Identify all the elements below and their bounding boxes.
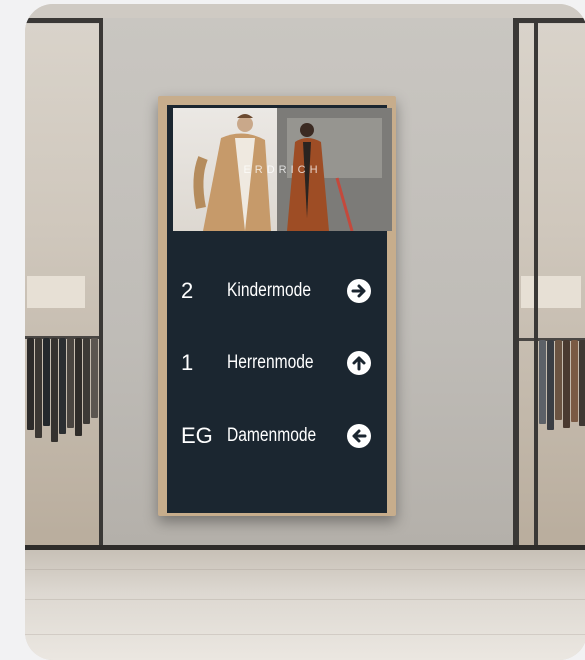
- directory-row-herrenmode: 1 Herrenmode: [181, 348, 391, 378]
- directory-row-kindermode: 2 Kindermode: [181, 276, 391, 306]
- left-store-window: [25, 24, 101, 546]
- department-label: Damenmode: [227, 425, 317, 446]
- display-shelf: [27, 276, 85, 308]
- right-store-window: [517, 24, 585, 546]
- floor-number: 1: [181, 350, 194, 375]
- floor-number: 2: [181, 278, 194, 303]
- window-frame: [513, 18, 519, 550]
- brand-photo: ERDRICH: [173, 108, 392, 231]
- floor: [25, 549, 585, 660]
- hanging-garments: [539, 340, 585, 440]
- directory-row-damenmode: EG Damenmode: [181, 421, 391, 451]
- department-label: Kindermode: [227, 280, 312, 301]
- arrow-right-icon: [347, 279, 371, 303]
- arrow-left-icon: [347, 424, 371, 448]
- floor-number: EG: [181, 423, 213, 448]
- arrow-up-icon: [347, 351, 371, 375]
- brand-logo-text: ERDRICH: [243, 164, 322, 176]
- baseboard: [25, 545, 585, 550]
- window-frame-top: [513, 18, 585, 23]
- department-label: Herrenmode: [227, 352, 314, 373]
- hanging-garments: [27, 338, 99, 448]
- window-frame-top: [25, 18, 105, 23]
- window-frame: [534, 18, 538, 550]
- display-shelf: [521, 276, 581, 308]
